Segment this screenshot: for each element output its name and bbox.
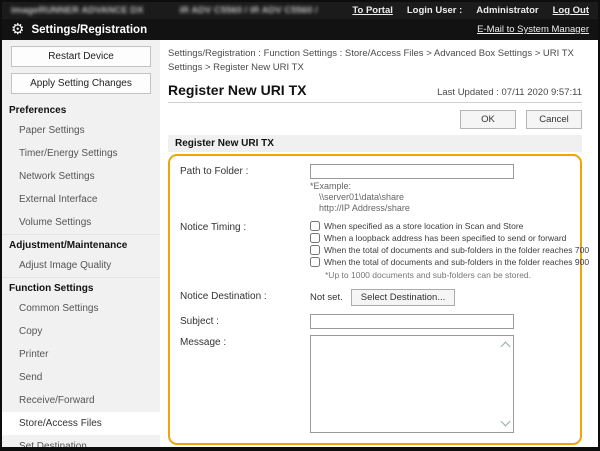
sidebar-item-paper-settings[interactable]: Paper Settings <box>2 119 160 142</box>
section-header: Register New URI TX <box>168 135 582 152</box>
notice-option-1-checkbox[interactable] <box>310 221 320 231</box>
ok-button[interactable]: OK <box>460 110 516 129</box>
notice-option-2-checkbox[interactable] <box>310 233 320 243</box>
subject-label: Subject : <box>180 314 310 327</box>
scroll-up-icon[interactable] <box>501 342 511 352</box>
scroll-down-icon[interactable] <box>501 417 511 427</box>
select-destination-button[interactable]: Select Destination... <box>351 289 456 306</box>
message-textarea[interactable] <box>310 335 514 433</box>
notice-timing-label: Notice Timing : <box>180 220 310 233</box>
sidebar-item-common-settings[interactable]: Common Settings <box>2 297 160 320</box>
app-title-bar: ⚙ Settings/Registration E-Mail to System… <box>2 19 598 40</box>
notice-destination-label: Notice Destination : <box>180 289 310 302</box>
notice-option-3-checkbox[interactable] <box>310 245 320 255</box>
log-out-link[interactable]: Log Out <box>553 5 589 16</box>
notice-option-row: When a loopback address has been specifi… <box>310 232 589 244</box>
subject-input[interactable] <box>310 314 514 329</box>
path-example-row: *Example: \\server01\data\share http://I… <box>180 179 572 215</box>
apply-setting-changes-button[interactable]: Apply Setting Changes <box>11 73 151 94</box>
page-frame: imageRUNNER ADVANCE DX iR ADV C5560 / iR… <box>0 0 600 451</box>
email-system-manager-link[interactable]: E-Mail to System Manager <box>477 24 589 35</box>
sidebar-section-adjustment-maintenance: Adjustment/Maintenance <box>2 234 160 254</box>
path-to-folder-label: Path to Folder : <box>180 164 310 177</box>
top-bar: imageRUNNER ADVANCE DX iR ADV C5560 / iR… <box>2 2 598 19</box>
sidebar-item-set-destination[interactable]: Set Destination <box>2 435 160 447</box>
destination-status: Not set. <box>310 292 343 303</box>
cancel-button[interactable]: Cancel <box>526 110 582 129</box>
login-user-label: Login User : <box>407 5 462 16</box>
path-to-folder-row: Path to Folder : <box>180 164 572 179</box>
notice-option-4-label: When the total of documents and sub-fold… <box>324 257 589 267</box>
notice-note: *Up to 1000 documents and sub-folders ca… <box>310 270 589 280</box>
action-buttons: OK Cancel <box>168 110 582 129</box>
example-title: *Example: <box>310 181 572 192</box>
path-to-folder-input[interactable] <box>310 164 514 179</box>
notice-timing-row: Notice Timing : When specified as a stor… <box>180 220 572 280</box>
last-updated: Last Updated : 07/11 2020 9:57:11 <box>437 87 582 98</box>
sidebar-item-receive-forward[interactable]: Receive/Forward <box>2 389 160 412</box>
sidebar-item-send[interactable]: Send <box>2 366 160 389</box>
message-row: Message : <box>180 335 572 433</box>
main-content: Settings/Registration : Function Setting… <box>160 40 598 447</box>
device-name-blurred: iR ADV C5560 / iR ADV C5560 / <box>180 5 318 16</box>
page-title: Register New URI TX <box>168 82 306 98</box>
device-model-blurred: imageRUNNER ADVANCE DX <box>11 5 144 16</box>
notice-destination-row: Notice Destination : Not set. Select Des… <box>180 289 572 306</box>
sidebar-item-adjust-image-quality[interactable]: Adjust Image Quality <box>2 254 160 277</box>
register-form: Path to Folder : *Example: \\server01\da… <box>168 154 582 446</box>
login-user-name: Administrator <box>476 5 538 16</box>
sidebar-item-volume-settings[interactable]: Volume Settings <box>2 211 160 234</box>
message-label: Message : <box>180 335 310 348</box>
example-line-http: http://IP Address/share <box>310 203 572 214</box>
notice-option-3-label: When the total of documents and sub-fold… <box>324 245 589 255</box>
notice-option-row: When the total of documents and sub-fold… <box>310 256 589 268</box>
restart-device-button[interactable]: Restart Device <box>11 46 151 67</box>
breadcrumb: Settings/Registration : Function Setting… <box>168 47 582 76</box>
sidebar-item-copy[interactable]: Copy <box>2 320 160 343</box>
body: Restart Device Apply Setting Changes Pre… <box>2 40 598 447</box>
title-row: Register New URI TX Last Updated : 07/11… <box>168 82 582 103</box>
notice-option-row: When the total of documents and sub-fold… <box>310 244 589 256</box>
notice-option-2-label: When a loopback address has been specifi… <box>324 233 566 243</box>
sidebar: Restart Device Apply Setting Changes Pre… <box>2 40 160 447</box>
sidebar-item-timer-energy-settings[interactable]: Timer/Energy Settings <box>2 142 160 165</box>
app-title: Settings/Registration <box>31 24 147 36</box>
path-example: *Example: \\server01\data\share http://I… <box>310 181 572 215</box>
sidebar-section-preferences: Preferences <box>2 100 160 119</box>
notice-option-row: When specified as a store location in Sc… <box>310 220 589 232</box>
sidebar-item-store-access-files[interactable]: Store/Access Files <box>2 412 160 435</box>
notice-option-4-checkbox[interactable] <box>310 257 320 267</box>
subject-row: Subject : <box>180 314 572 329</box>
notice-option-1-label: When specified as a store location in Sc… <box>324 221 523 231</box>
sidebar-item-external-interface[interactable]: External Interface <box>2 188 160 211</box>
example-line-unc: \\server01\data\share <box>310 192 572 203</box>
gear-icon: ⚙ <box>11 22 24 37</box>
sidebar-item-network-settings[interactable]: Network Settings <box>2 165 160 188</box>
sidebar-section-function-settings: Function Settings <box>2 277 160 297</box>
to-portal-link[interactable]: To Portal <box>352 5 392 16</box>
sidebar-item-printer[interactable]: Printer <box>2 343 160 366</box>
